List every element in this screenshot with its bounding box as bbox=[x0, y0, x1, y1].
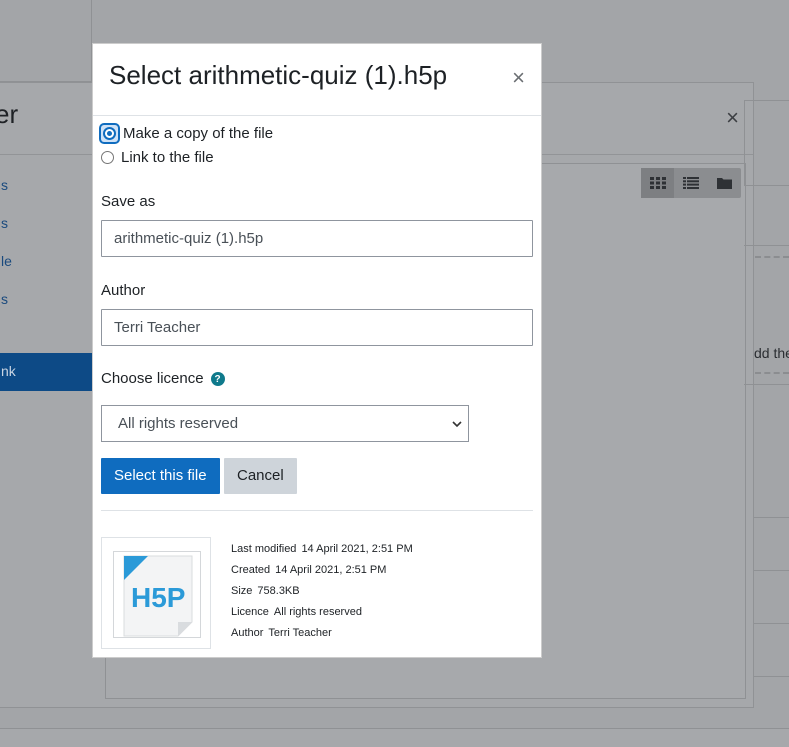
background-panel bbox=[744, 100, 789, 186]
dropzone-border bbox=[755, 372, 789, 374]
detail-label: Author bbox=[231, 627, 264, 639]
list-view-icon bbox=[674, 168, 707, 198]
detail-size: Size 758.3KB bbox=[231, 582, 413, 603]
dialog-header: Select arithmetic-quiz (1).h5p × bbox=[93, 44, 541, 116]
save-as-input[interactable]: arithmetic-quiz (1).h5p bbox=[101, 220, 533, 257]
file-picker-sidebar: s s le s nk bbox=[0, 155, 94, 707]
choose-licence-text: Choose licence bbox=[101, 370, 204, 387]
detail-value: Terri Teacher bbox=[268, 627, 332, 639]
question-circle-icon[interactable]: ? bbox=[210, 372, 225, 387]
detail-created: Created 14 April 2021, 2:51 PM bbox=[231, 561, 413, 582]
background-panel bbox=[0, 0, 92, 82]
choose-licence-label: Choose licence? bbox=[101, 370, 225, 387]
detail-label: Created bbox=[231, 564, 271, 576]
cancel-button[interactable]: Cancel bbox=[224, 458, 297, 494]
chevron-down-icon bbox=[452, 407, 462, 458]
sidebar-item: s bbox=[1, 215, 8, 231]
detail-value: 14 April 2021, 2:51 PM bbox=[275, 564, 387, 576]
select-file-dialog: Select arithmetic-quiz (1).h5p × Make a … bbox=[92, 43, 542, 658]
dialog-title: Select arithmetic-quiz (1).h5p bbox=[109, 60, 448, 90]
make-copy-radio[interactable] bbox=[103, 127, 116, 140]
h5p-file-icon: H5P bbox=[113, 551, 201, 638]
file-picker-title: er bbox=[0, 99, 19, 129]
page-footer bbox=[0, 728, 789, 747]
detail-value: 758.3KB bbox=[257, 585, 300, 597]
detail-label: Size bbox=[231, 585, 253, 597]
divider bbox=[754, 623, 789, 624]
view-mode-toolbar bbox=[641, 168, 741, 198]
sidebar-item: s bbox=[1, 177, 8, 193]
divider bbox=[101, 510, 533, 511]
option-link-file[interactable]: Link to the file bbox=[101, 149, 214, 166]
option-make-copy[interactable]: Make a copy of the file bbox=[101, 125, 273, 142]
detail-label: Last modified bbox=[231, 543, 297, 555]
divider bbox=[754, 517, 789, 518]
detail-author: Author Terri Teacher bbox=[231, 624, 413, 645]
make-copy-label[interactable]: Make a copy of the file bbox=[123, 125, 273, 142]
dropzone-border bbox=[755, 256, 789, 258]
h5p-logo-text: H5P bbox=[131, 582, 185, 613]
file-picker-close-icon: × bbox=[726, 105, 739, 130]
licence-select[interactable]: All rights reserved bbox=[101, 405, 469, 442]
background-dropzone bbox=[744, 245, 789, 385]
detail-last-modified: Last modified 14 April 2021, 2:51 PM bbox=[231, 540, 413, 561]
folder-view-icon bbox=[708, 168, 741, 198]
select-this-file-button[interactable]: Select this file bbox=[101, 458, 220, 494]
close-icon[interactable]: × bbox=[512, 66, 525, 90]
detail-label: Licence bbox=[231, 606, 269, 618]
detail-value: All rights reserved bbox=[273, 606, 362, 618]
detail-licence: Licence All rights reserved bbox=[231, 603, 413, 624]
file-thumbnail: H5P bbox=[101, 537, 211, 649]
dropzone-text: dd the bbox=[754, 345, 789, 361]
sidebar-item-active: nk bbox=[0, 353, 94, 391]
detail-value: 14 April 2021, 2:51 PM bbox=[301, 543, 413, 555]
link-file-radio[interactable] bbox=[101, 151, 114, 164]
author-label: Author bbox=[101, 282, 146, 299]
sidebar-item: s bbox=[1, 291, 8, 307]
radio-focus-ring bbox=[101, 125, 118, 142]
divider bbox=[754, 676, 789, 677]
sidebar-item: le bbox=[1, 253, 12, 269]
save-as-label: Save as bbox=[101, 193, 156, 210]
author-input[interactable]: Terri Teacher bbox=[101, 309, 533, 346]
file-details: Last modified 14 April 2021, 2:51 PM Crea… bbox=[231, 540, 413, 645]
link-file-label[interactable]: Link to the file bbox=[121, 149, 214, 166]
divider bbox=[754, 570, 789, 571]
sidebar-item-label: nk bbox=[1, 363, 16, 379]
grid-view-icon bbox=[641, 168, 675, 198]
licence-selected-value: All rights reserved bbox=[118, 415, 239, 432]
